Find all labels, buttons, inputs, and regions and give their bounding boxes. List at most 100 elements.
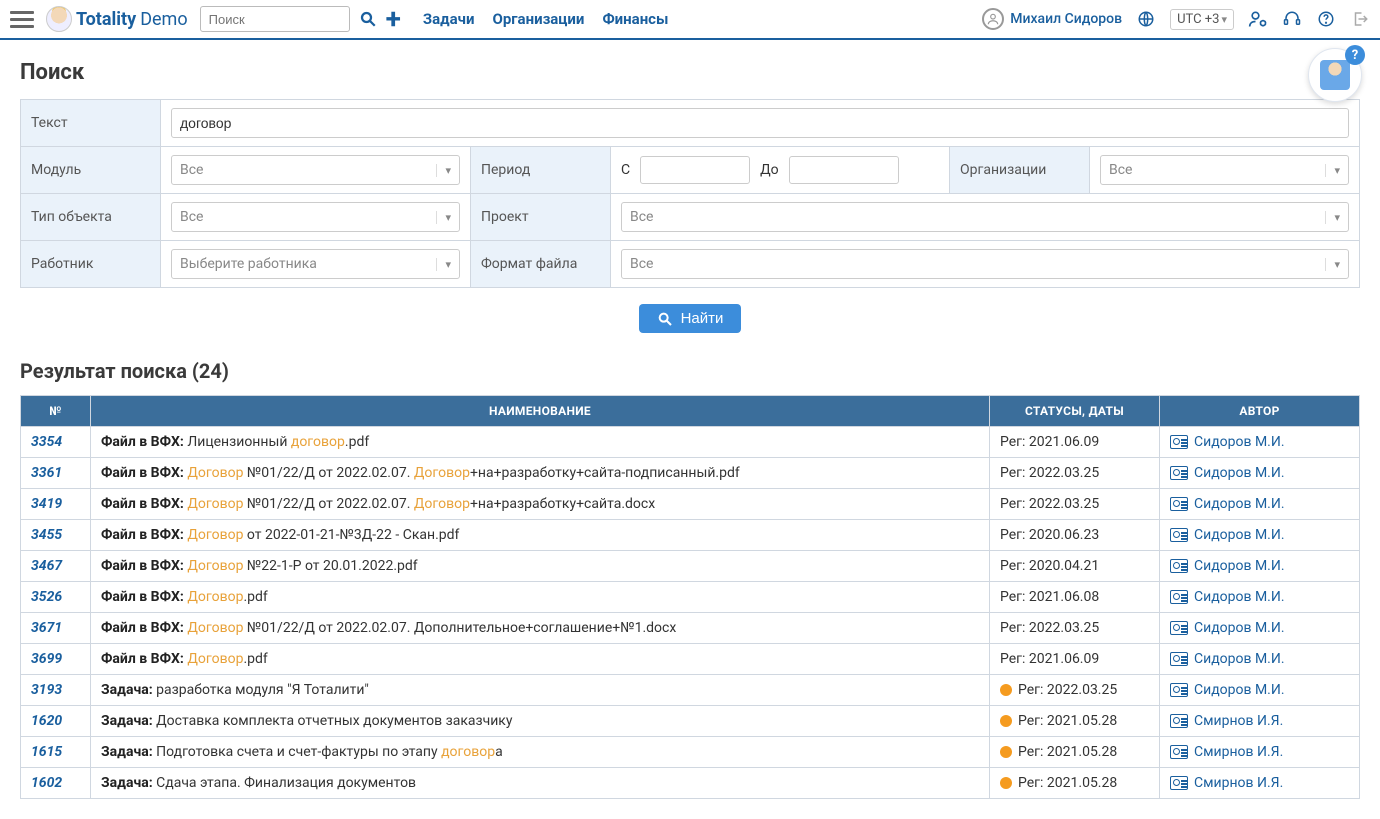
- result-author-cell: Сидоров М.И.: [1160, 489, 1360, 520]
- author-link[interactable]: Сидоров М.И.: [1194, 496, 1285, 512]
- result-status-text: Рег: 2020.04.21: [1000, 558, 1099, 574]
- author-link[interactable]: Смирнов И.Я.: [1194, 713, 1283, 729]
- user-settings-icon[interactable]: [1248, 9, 1268, 29]
- result-text: Договор.pdf: [187, 589, 267, 605]
- result-id-link[interactable]: 1602: [31, 775, 62, 791]
- topbar-search: +: [200, 5, 401, 33]
- col-status-header: Статусы, даты: [990, 396, 1160, 427]
- logout-icon[interactable]: [1350, 9, 1370, 29]
- help-icon[interactable]: [1316, 9, 1336, 29]
- result-id-link[interactable]: 3193: [31, 682, 62, 698]
- result-author-cell: Сидоров М.И.: [1160, 427, 1360, 458]
- result-title-cell: Задача: Доставка комплекта отчетных доку…: [91, 706, 990, 737]
- period-from-input[interactable]: [640, 156, 750, 184]
- result-title-cell: Файл в ВФХ: Договор от 2022-01-21-№3Д-22…: [91, 520, 990, 551]
- filter-objtype-select[interactable]: Все ▾: [171, 202, 460, 232]
- result-id-link[interactable]: 3526: [31, 589, 62, 605]
- timezone-select[interactable]: UTC +3 ▾: [1170, 9, 1234, 30]
- result-title-cell: Файл в ВФХ: Договор №01/22/Д от 2022.02.…: [91, 458, 990, 489]
- author-link[interactable]: Смирнов И.Я.: [1194, 744, 1283, 760]
- period-to-input[interactable]: [789, 156, 899, 184]
- nav-finance[interactable]: Финансы: [602, 10, 668, 28]
- globe-icon[interactable]: [1136, 9, 1156, 29]
- topbar: Totality Demo + Задачи Организации Финан…: [0, 0, 1380, 40]
- result-status-text: Рег: 2022.03.25: [1000, 620, 1099, 636]
- search-icon[interactable]: [358, 9, 378, 29]
- filter-orgs-select[interactable]: Все ▾: [1100, 155, 1349, 185]
- result-prefix: Файл в ВФХ:: [101, 620, 184, 636]
- chevron-down-icon: ▾: [445, 164, 451, 177]
- result-title-cell: Файл в ВФХ: Договор №01/22/Д от 2022.02.…: [91, 613, 990, 644]
- support-icon[interactable]: [1282, 9, 1302, 29]
- chevron-down-icon: ▾: [1221, 13, 1227, 26]
- filter-objtype-value: Все: [180, 209, 203, 225]
- result-prefix: Файл в ВФХ:: [101, 527, 184, 543]
- author-link[interactable]: Сидоров М.И.: [1194, 527, 1285, 543]
- result-status-text: Рег: 2020.06.23: [1000, 527, 1099, 543]
- person-card-icon: [1170, 497, 1188, 511]
- person-card-icon: [1170, 683, 1188, 697]
- result-text: Договор №22-1-Р от 20.01.2022.pdf: [187, 558, 417, 574]
- help-badge-icon: ?: [1345, 45, 1365, 65]
- filter-fileformat-label: Формат файла: [471, 241, 611, 288]
- person-card-icon: [1170, 714, 1188, 728]
- filter-employee-select[interactable]: Выберите работника ▾: [171, 249, 460, 279]
- author-link[interactable]: Сидоров М.И.: [1194, 434, 1285, 450]
- result-author-cell: Смирнов И.Я.: [1160, 706, 1360, 737]
- add-button[interactable]: +: [386, 5, 401, 33]
- filter-fileformat-select[interactable]: Все ▾: [621, 249, 1349, 279]
- page-title: Поиск: [20, 60, 1360, 85]
- result-id-link[interactable]: 1615: [31, 744, 62, 760]
- result-prefix: Задача:: [101, 744, 153, 760]
- result-status-cell: Рег: 2020.06.23: [990, 520, 1160, 551]
- author-link[interactable]: Сидоров М.И.: [1194, 682, 1285, 698]
- result-id-link[interactable]: 3671: [31, 620, 62, 636]
- floating-help-button[interactable]: ?: [1308, 48, 1362, 102]
- result-id-link[interactable]: 1620: [31, 713, 62, 729]
- menu-button[interactable]: [10, 7, 34, 31]
- nav-tasks[interactable]: Задачи: [423, 10, 475, 28]
- nav-orgs[interactable]: Организации: [492, 10, 584, 28]
- filter-module-select[interactable]: Все ▾: [171, 155, 460, 185]
- result-id-link[interactable]: 3361: [31, 465, 62, 481]
- filter-module-label: Модуль: [21, 147, 161, 194]
- result-id-link[interactable]: 3419: [31, 496, 62, 512]
- person-card-icon: [1170, 559, 1188, 573]
- result-id-link[interactable]: 3467: [31, 558, 62, 574]
- author-link[interactable]: Сидоров М.И.: [1194, 589, 1285, 605]
- table-row: 1620 Задача: Доставка комплекта отчетных …: [21, 706, 1360, 737]
- brand-logo[interactable]: Totality Demo: [46, 6, 188, 32]
- result-status-cell: Рег: 2022.03.25: [990, 489, 1160, 520]
- result-id-link[interactable]: 3699: [31, 651, 62, 667]
- result-text: Подготовка счета и счет-фактуры по этапу…: [156, 744, 503, 760]
- author-link[interactable]: Сидоров М.И.: [1194, 558, 1285, 574]
- result-status-cell: Рег: 2021.06.08: [990, 582, 1160, 613]
- author-link[interactable]: Смирнов И.Я.: [1194, 775, 1283, 791]
- filter-employee-label: Работник: [21, 241, 161, 288]
- filter-project-select[interactable]: Все ▾: [621, 202, 1349, 232]
- table-row: 3467Файл в ВФХ: Договор №22-1-Р от 20.01…: [21, 551, 1360, 582]
- result-title-cell: Задача: Подготовка счета и счет-фактуры …: [91, 737, 990, 768]
- result-prefix: Файл в ВФХ:: [101, 465, 184, 481]
- author-link[interactable]: Сидоров М.И.: [1194, 651, 1285, 667]
- author-link[interactable]: Сидоров М.И.: [1194, 620, 1285, 636]
- timezone-value: UTC +3: [1177, 12, 1219, 27]
- assistant-icon: [1320, 60, 1350, 90]
- result-author-cell: Сидоров М.И.: [1160, 675, 1360, 706]
- author-link[interactable]: Сидоров М.И.: [1194, 465, 1285, 481]
- table-row: 3455 Файл в ВФХ: Договор от 2022-01-21-№3…: [21, 520, 1360, 551]
- result-title-cell: Файл в ВФХ: Лицензионный договор.pdf: [91, 427, 990, 458]
- topbar-search-input[interactable]: [200, 6, 350, 32]
- table-row: 3419Файл в ВФХ: Договор №01/22/Д от 2022…: [21, 489, 1360, 520]
- search-button[interactable]: Найти: [639, 304, 742, 333]
- brand-name: Totality: [76, 9, 136, 30]
- result-id-link[interactable]: 3455: [31, 527, 62, 543]
- filter-text-input[interactable]: [171, 108, 1349, 138]
- result-status-text: Рег: 2021.05.28: [1018, 713, 1117, 729]
- current-user[interactable]: Михаил Сидоров: [982, 8, 1122, 30]
- search-filter-form: Текст Модуль Все ▾ Период С До: [20, 99, 1360, 288]
- search-button-label: Найти: [681, 310, 724, 327]
- result-status-cell: Рег: 2021.05.28: [990, 768, 1160, 799]
- result-title-cell: Файл в ВФХ: Договор.pdf: [91, 582, 990, 613]
- result-id-link[interactable]: 3354: [31, 434, 62, 450]
